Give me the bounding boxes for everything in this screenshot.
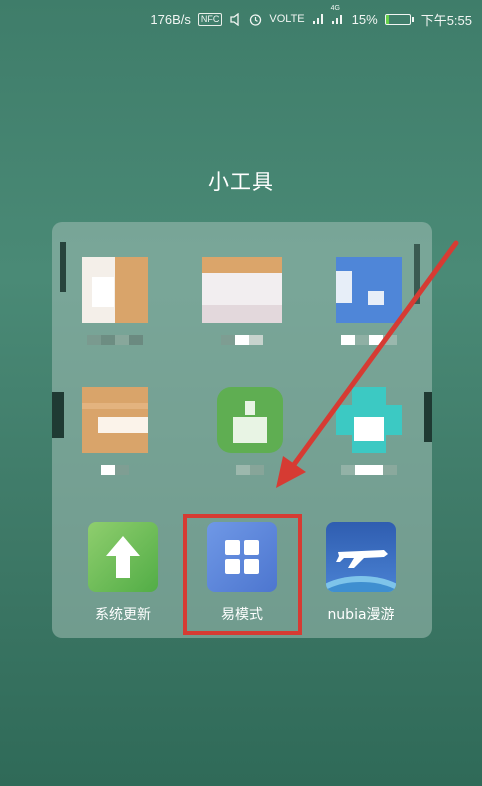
annotation-arrow (276, 240, 459, 488)
